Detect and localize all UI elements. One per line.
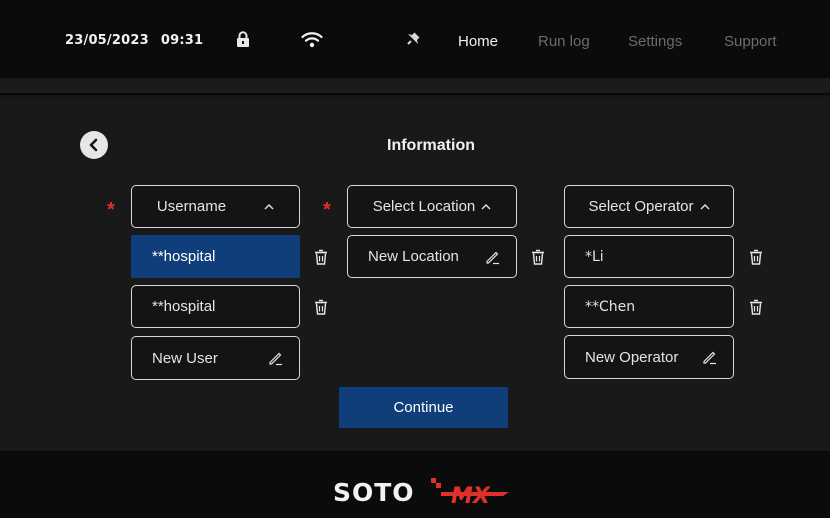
new-operator-button[interactable]: New Operator [564,335,734,379]
user-item-2[interactable]: **hospital [131,285,300,328]
chevron-up-icon [481,203,491,209]
chevron-up-icon [700,203,710,209]
header-divider [0,78,830,95]
operator-dropdown-label: Select Operator [588,198,694,215]
chevron-up-icon [264,203,274,209]
operator-dropdown[interactable]: Select Operator [564,185,734,228]
pencil-icon [703,351,716,365]
nav-support[interactable]: Support [724,33,777,50]
lock-icon [233,28,253,50]
new-user-label: New User [152,349,218,367]
date-label: 23/05/2023 [65,33,149,48]
new-location-button[interactable]: New Location [347,235,517,278]
nav-run-log[interactable]: Run log [538,33,590,50]
page-title: Information [387,137,475,154]
pencil-icon [269,352,282,366]
delete-user-1-trash-icon[interactable] [314,249,328,265]
user-item-label: **hospital [152,298,216,315]
wifi-icon [300,28,324,50]
new-user-button[interactable]: New User [131,336,300,380]
location-dropdown[interactable]: Select Location [347,185,517,228]
delete-operator-1-trash-icon[interactable] [749,249,763,265]
new-operator-label: New Operator [585,348,679,366]
continue-button[interactable]: Continue [339,387,508,428]
logo-text: SOTO [333,478,415,507]
user-item-1[interactable]: **hospital [131,235,300,278]
required-mark-username: * [107,199,115,221]
operator-item-label: **Chen [585,298,636,315]
nav-home[interactable]: Home [458,33,498,50]
date-time: 23/05/2023 09:31 [65,33,203,48]
username-dropdown[interactable]: Username [131,185,300,228]
operator-item-1[interactable]: *Li [564,235,734,278]
location-dropdown-label: Select Location [372,198,476,215]
time-label: 09:31 [160,33,204,48]
operator-item-2[interactable]: **Chen [564,285,734,328]
username-dropdown-label: Username [156,198,227,215]
operator-item-label: *Li [585,248,604,265]
pencil-icon [486,251,499,264]
soto-mx-logo: SOTO MX [333,478,509,509]
new-location-label: New Location [368,248,459,265]
nav-settings[interactable]: Settings [628,33,682,50]
required-mark-location: * [323,199,331,221]
delete-location-trash-icon[interactable] [531,249,545,265]
user-item-label: **hospital [152,248,216,265]
logo-suffix: MX [451,484,491,509]
delete-user-2-trash-icon[interactable] [314,299,328,315]
delete-operator-2-trash-icon[interactable] [749,299,763,315]
bell-icon[interactable] [403,28,423,50]
